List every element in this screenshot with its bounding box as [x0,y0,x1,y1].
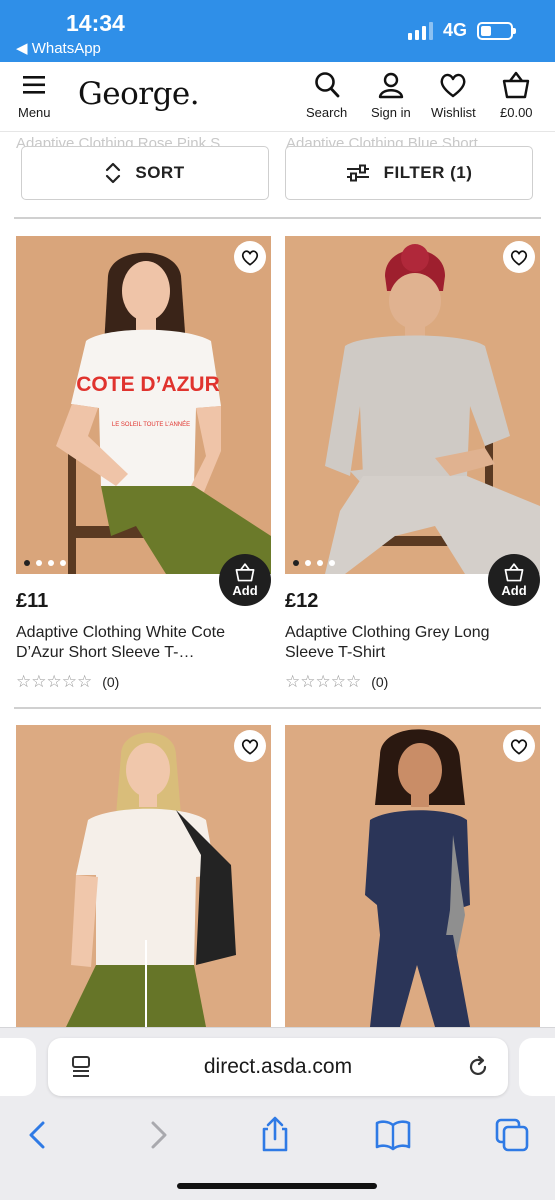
carousel-dot[interactable] [329,560,335,566]
product-rating: ☆☆☆☆☆ (0) [285,672,388,692]
add-to-basket-button[interactable]: Add [219,554,271,606]
product-price: £12 [285,590,319,612]
product-image[interactable] [285,236,540,574]
model-photo: COTE D’AZUR LE SOLEIL TOUTE L’ANNÉE [16,236,271,574]
wishlist-toggle[interactable] [234,730,266,762]
wishlist-toggle[interactable] [503,730,535,762]
search-button[interactable]: Search [306,70,347,120]
filter-label: FILTER (1) [383,163,473,182]
star-rating-icon: ☆☆☆☆☆ [16,672,93,691]
url-text[interactable]: direct.asda.com [48,1055,508,1079]
next-tab-preview[interactable] [519,1038,555,1096]
forward-arrow-icon[interactable] [138,1115,178,1155]
wishlist-button[interactable]: Wishlist [431,70,476,120]
image-carousel-dots[interactable] [293,560,335,566]
carousel-dot[interactable] [317,560,323,566]
menu-button[interactable]: Menu [18,70,51,120]
status-time: 14:34 [66,10,125,36]
model-photo [285,236,540,574]
product-card[interactable]: COTE D’AZUR LE SOLEIL TOUTE L’ANNÉE Add … [16,236,271,691]
search-label: Search [306,105,348,120]
hamburger-icon [23,76,46,94]
wishlist-label: Wishlist [431,105,476,120]
search-icon [314,72,339,98]
site-header: Menu George. Search Sign in Wishlist £0.… [0,62,555,132]
star-rating-icon: ☆☆☆☆☆ [285,672,362,691]
previous-tab-preview[interactable] [0,1038,36,1096]
network-type: 4G [442,20,467,40]
divider [14,707,541,709]
product-image[interactable] [16,725,271,1027]
basket-icon [504,563,524,582]
address-bar[interactable]: direct.asda.com [48,1038,508,1096]
status-bar: 14:34 ◀ WhatsApp 4G [0,0,555,62]
basket-icon [503,71,530,99]
add-to-basket-button[interactable]: Add [488,554,540,606]
sort-button[interactable]: SORT [21,146,269,200]
signal-icon [407,21,433,40]
basket-total: £0.00 [500,105,533,120]
sort-label: SORT [135,163,185,182]
product-rating: ☆☆☆☆☆ (0) [16,672,119,692]
product-price: £11 [16,590,49,612]
battery-icon [477,21,516,40]
carousel-dot[interactable] [36,560,42,566]
carousel-dot[interactable] [24,560,30,566]
shirt-print-subtitle: LE SOLEIL TOUTE L’ANNÉE [112,421,190,428]
image-carousel-dots[interactable] [24,560,66,566]
bookmarks-icon[interactable] [373,1115,413,1155]
carousel-dot[interactable] [293,560,299,566]
signin-label: Sign in [371,105,411,120]
heart-icon [241,250,259,266]
carousel-dot[interactable] [305,560,311,566]
sort-filter-bar: SORT FILTER (1) [0,132,555,220]
home-indicator [177,1183,377,1189]
heart-icon [440,73,466,98]
carousel-dot[interactable] [60,560,66,566]
product-name[interactable]: Adaptive Clothing Grey Long Sleeve T-Shi… [285,623,533,663]
model-photo [16,725,271,1027]
status-indicators: 4G [407,20,516,41]
review-count: (0) [371,674,389,690]
divider [14,217,541,219]
heart-icon [241,739,259,755]
product-card[interactable] [16,725,271,1027]
heart-icon [510,250,528,266]
share-icon[interactable] [255,1115,295,1155]
browser-address-panel: direct.asda.com [0,1027,555,1107]
basket-icon [235,563,255,582]
shirt-print-title: COTE D’AZUR [76,373,220,396]
back-to-app-link[interactable]: ◀ WhatsApp [16,39,101,57]
product-card[interactable]: Add £12 Adaptive Clothing Grey Long Slee… [285,236,540,691]
basket-button[interactable]: £0.00 [500,70,533,120]
signin-button[interactable]: Sign in [371,70,411,120]
sort-arrows-icon [106,162,121,184]
product-image[interactable] [285,725,540,1027]
filter-button[interactable]: FILTER (1) [285,146,533,200]
model-photo [285,725,540,1027]
add-label: Add [232,583,258,598]
battery-level [481,25,491,36]
wishlist-toggle[interactable] [234,241,266,273]
heart-icon [510,739,528,755]
product-name[interactable]: Adaptive Clothing White Cote D’Azur Shor… [16,623,264,663]
menu-label: Menu [18,105,51,120]
george-logo[interactable]: George. [78,76,200,112]
wishlist-toggle[interactable] [503,241,535,273]
filter-sliders-icon [346,164,369,182]
back-arrow-icon[interactable] [18,1115,58,1155]
product-image[interactable]: COTE D’AZUR LE SOLEIL TOUTE L’ANNÉE [16,236,271,574]
add-label: Add [501,583,527,598]
carousel-dot[interactable] [48,560,54,566]
reload-icon[interactable] [466,1055,490,1079]
tabs-icon[interactable] [492,1115,532,1155]
review-count: (0) [102,674,120,690]
user-icon [378,72,404,99]
product-card[interactable] [285,725,540,1027]
